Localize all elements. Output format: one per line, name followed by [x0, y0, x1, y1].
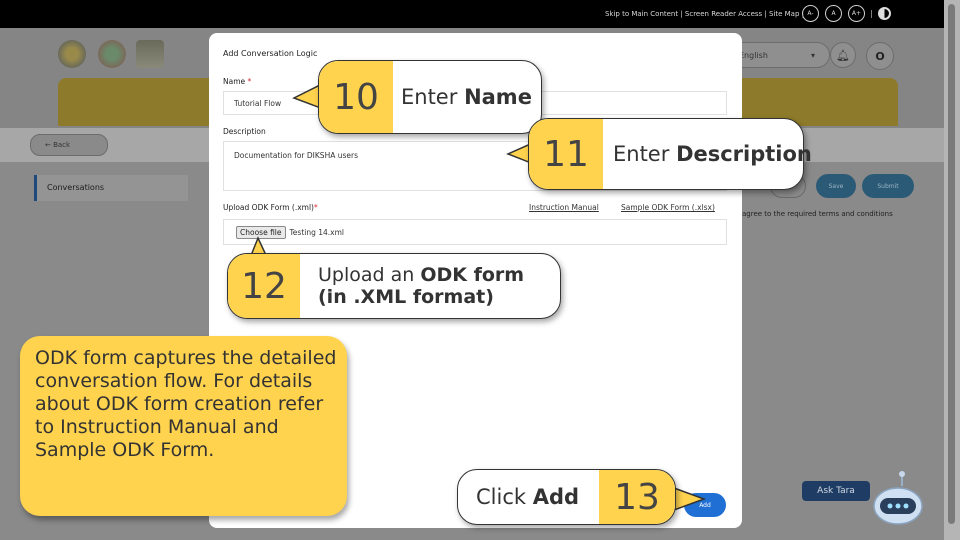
step-number: 10: [319, 61, 393, 133]
callout-text-plain: Click: [476, 485, 527, 509]
callout-text: Enter Description: [613, 119, 812, 189]
description-label: Description: [223, 127, 266, 136]
font-reset-button[interactable]: A: [825, 5, 842, 22]
language-value: English: [739, 51, 768, 60]
upload-label: Upload ODK Form (.xml)*: [223, 203, 318, 212]
national-emblem-logo: [136, 40, 164, 68]
callout-text-bold: Name: [464, 85, 532, 109]
callout-step-10: 10 Enter Name: [318, 60, 542, 134]
notification-bell-icon[interactable]: 🔔︎: [830, 42, 856, 68]
state-emblem-logo: [58, 40, 86, 68]
callout-line-1: Upload an ODK form: [318, 264, 524, 286]
required-asterisk: *: [247, 77, 252, 86]
name-input-value: Tutorial Flow: [234, 98, 282, 108]
font-increase-button[interactable]: A+: [848, 5, 865, 22]
callout-step-13: Click Add 13: [457, 469, 676, 525]
selected-file-name: Testing 14.xml: [289, 227, 345, 237]
tab-conversations[interactable]: Conversations: [34, 175, 188, 201]
font-decrease-button[interactable]: A-: [802, 5, 819, 22]
accessibility-links[interactable]: Skip to Main Content | Screen Reader Acc…: [605, 10, 804, 18]
separator: |: [870, 9, 873, 18]
contrast-icon[interactable]: [878, 7, 891, 20]
ask-tara-label[interactable]: Ask Tara: [802, 481, 870, 501]
description-value: Documentation for DIKSHA users: [234, 151, 358, 160]
terms-text: agree to the required terms and conditio…: [742, 210, 893, 218]
step-number: 13: [599, 470, 675, 524]
callout-text: Upload an ODK form (in .XML format): [318, 254, 524, 318]
callout-text-bold: Add: [532, 485, 580, 509]
instruction-manual-link[interactable]: Instruction Manual: [529, 203, 599, 212]
sample-odk-form-link[interactable]: Sample ODK Form (.xlsx): [621, 203, 715, 212]
save-button[interactable]: Save: [816, 174, 856, 198]
modal-title: Add Conversation Logic: [223, 49, 318, 58]
step-number: 11: [529, 119, 603, 189]
callout-step-12: 12 Upload an ODK form (in .XML format): [227, 253, 561, 319]
callout-text-bold: Description: [676, 142, 812, 166]
tara-robot-icon[interactable]: [872, 470, 924, 528]
profile-avatar[interactable]: O: [866, 42, 894, 70]
callout-text: Enter Name: [401, 61, 532, 133]
callout-text-plain: Upload an: [318, 264, 421, 286]
chevron-down-icon: ▾: [810, 51, 815, 60]
file-upload-field: Choose file Testing 14.xml: [223, 219, 727, 245]
callout-step-11: 11 Enter Description: [528, 118, 812, 190]
top-utility-bar: Skip to Main Content | Screen Reader Acc…: [0, 0, 944, 28]
callout-text-plain: Enter: [401, 85, 458, 109]
callout-text-bold: (in .XML format): [318, 286, 494, 308]
callout-text-bold: ODK form: [420, 264, 525, 286]
diksha-logo: [98, 40, 126, 68]
callout-line-2: (in .XML format): [318, 286, 494, 308]
callout-text: Click Add: [476, 470, 579, 524]
name-label: Name *: [223, 77, 251, 86]
step-number: 12: [228, 254, 300, 318]
page-scrollbar[interactable]: [944, 0, 960, 540]
callout-text-plain: Enter: [613, 142, 670, 166]
submit-button[interactable]: Submit: [862, 174, 914, 198]
back-button[interactable]: ← Back: [30, 134, 108, 156]
scrollbar-thumb[interactable]: [948, 4, 955, 524]
required-asterisk: *: [314, 203, 318, 212]
odk-info-note: ODK form captures the detailed conversat…: [20, 336, 347, 516]
callout-13-pointer: [673, 486, 707, 512]
upload-label-text: Upload ODK Form (.xml): [223, 203, 314, 212]
name-label-text: Name: [223, 77, 246, 86]
